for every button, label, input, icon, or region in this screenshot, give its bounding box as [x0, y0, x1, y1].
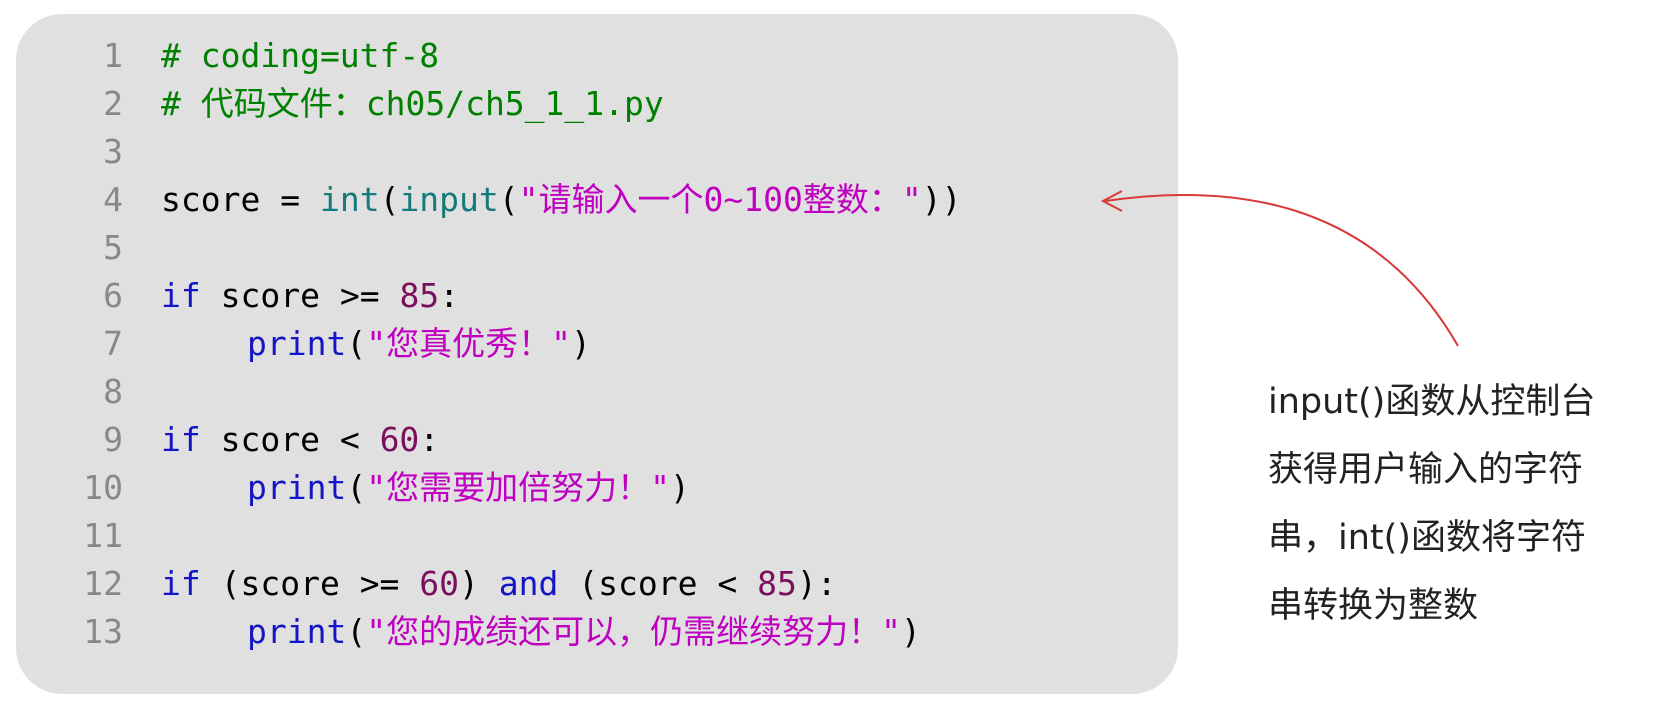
annotation-line-2: 获得用户输入的字符	[1268, 450, 1584, 490]
annotation-line-1: input()函数从控制台	[1268, 382, 1596, 422]
annotation-line-4: 串转换为整数	[1268, 586, 1479, 626]
annotation-text: input()函数从控制台 获得用户输入的字符 串，int()函数将字符 串转换…	[1268, 368, 1648, 640]
arrow-curve	[1104, 193, 1459, 347]
annotation-line-3: 串，int()函数将字符	[1268, 518, 1586, 558]
